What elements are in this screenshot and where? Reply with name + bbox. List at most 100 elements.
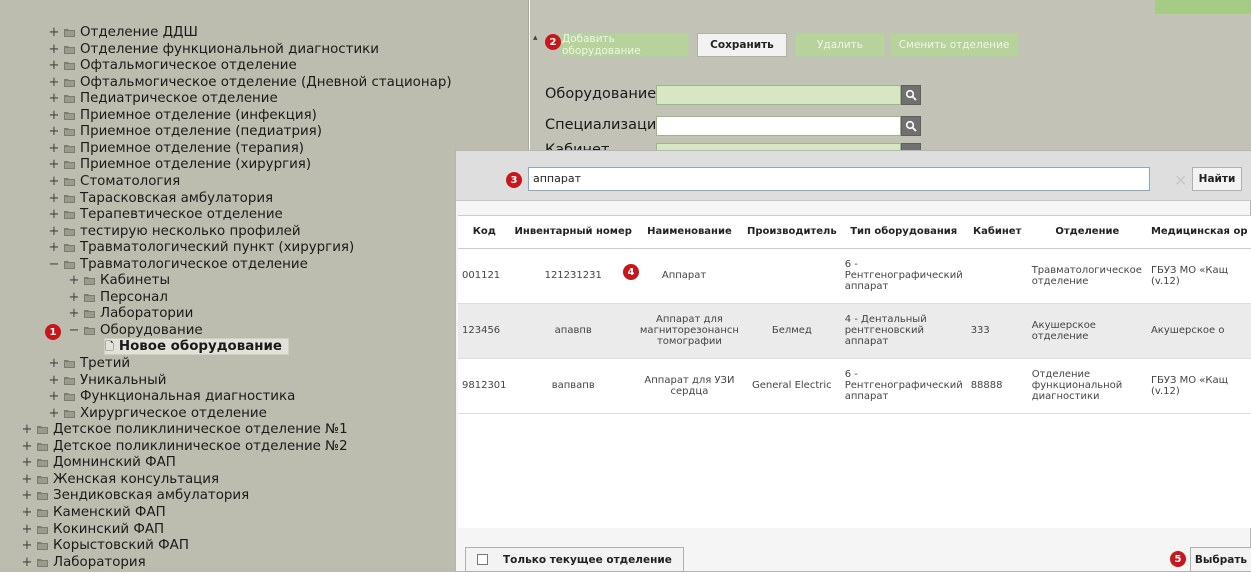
- select-button[interactable]: Выбрать: [1190, 547, 1251, 572]
- collapse-icon[interactable]: −: [68, 322, 80, 339]
- table-row[interactable]: 123456 апавпв Аппарат для магниторезонан…: [458, 303, 1251, 359]
- tree-item[interactable]: + Персонал: [68, 289, 168, 306]
- tree-item[interactable]: + Приемное отделение (хирургия): [48, 156, 312, 173]
- col-header-name[interactable]: Наименование: [635, 216, 743, 249]
- expand-icon[interactable]: +: [21, 521, 33, 538]
- tree-item[interactable]: + Кокинский ФАП: [21, 521, 165, 538]
- tree-item[interactable]: + Офтальмогическое отделение (Дневной ста…: [48, 74, 452, 91]
- specialization-field[interactable]: [656, 116, 901, 136]
- find-button[interactable]: Найти: [1192, 167, 1242, 191]
- change-department-button[interactable]: Сменить отделение: [890, 33, 1018, 57]
- collapse-caret-icon[interactable]: ▴: [533, 33, 538, 43]
- expand-icon[interactable]: +: [68, 305, 80, 322]
- specialization-search-icon[interactable]: [901, 116, 921, 136]
- expand-icon[interactable]: +: [48, 372, 60, 389]
- expand-icon[interactable]: +: [48, 405, 60, 422]
- expand-icon[interactable]: +: [48, 355, 60, 372]
- col-header-maker[interactable]: Производитель: [742, 216, 841, 249]
- tree-item[interactable]: + Тарасковская амбулатория: [48, 190, 274, 207]
- expand-icon[interactable]: +: [21, 471, 33, 488]
- expand-icon[interactable]: +: [48, 173, 60, 190]
- table-row[interactable]: 001121 121231231 Аппарат 6 - Рентгеногра…: [458, 248, 1251, 304]
- only-current-department-toggle[interactable]: Только текущее отделение: [465, 547, 684, 572]
- expand-icon[interactable]: +: [21, 504, 33, 521]
- department-tree: + Отделение ДДШ + Отделение функциональной …: [0, 0, 529, 572]
- save-button[interactable]: Сохранить: [697, 33, 787, 57]
- tree-item[interactable]: + Хирургическое отделение: [48, 405, 267, 422]
- tree-item[interactable]: + Зендиковская амбулатория: [21, 487, 250, 504]
- col-header-org[interactable]: Медицинская ор: [1146, 216, 1251, 249]
- expand-icon[interactable]: +: [48, 90, 60, 107]
- expand-icon[interactable]: +: [21, 487, 33, 504]
- tree-item[interactable]: + Приемное отделение (инфекция): [48, 107, 317, 124]
- expand-icon[interactable]: +: [48, 239, 60, 256]
- expand-icon[interactable]: +: [21, 421, 33, 438]
- top-right-button[interactable]: [1155, 0, 1251, 14]
- expand-icon[interactable]: +: [48, 388, 60, 405]
- expand-icon[interactable]: +: [48, 24, 60, 41]
- dialog-search-input[interactable]: аппарат: [528, 167, 1150, 191]
- tree-item[interactable]: + Терапевтическое отделение: [48, 206, 283, 223]
- expand-icon[interactable]: +: [48, 74, 60, 91]
- equipment-field[interactable]: [656, 85, 901, 105]
- tree-item[interactable]: + Приемное отделение (терапия): [48, 140, 304, 157]
- col-header-cabinet[interactable]: Кабинет: [966, 216, 1028, 249]
- delete-button[interactable]: Удалить: [795, 33, 885, 57]
- expand-icon[interactable]: +: [48, 140, 60, 157]
- tree-item-label: Персонал: [100, 290, 168, 305]
- expand-icon[interactable]: +: [21, 454, 33, 471]
- col-header-type[interactable]: Тип оборудования: [840, 216, 967, 249]
- expand-icon[interactable]: +: [48, 57, 60, 74]
- table-row[interactable]: 9812301 вапвапв Аппарат для УЗИ сердца G…: [458, 358, 1251, 414]
- tree-item[interactable]: + Каменский ФАП: [21, 504, 166, 521]
- expand-icon[interactable]: +: [21, 438, 33, 455]
- tree-item[interactable]: + Отделение ДДШ: [48, 24, 198, 41]
- col-header-inventory[interactable]: Инвентарный номер: [510, 216, 636, 249]
- tree-item[interactable]: + Третий: [48, 355, 131, 372]
- tree-item[interactable]: − Травматологическое отделение: [48, 256, 308, 273]
- tree-item[interactable]: + Функциональная диагностика: [48, 388, 296, 405]
- tree-item[interactable]: + Офтальмогическое отделение: [48, 57, 297, 74]
- tree-item[interactable]: + Уникальный: [48, 372, 167, 389]
- expand-icon[interactable]: +: [48, 41, 60, 58]
- tree-item[interactable]: + Лаборатории: [68, 305, 194, 322]
- expand-icon[interactable]: +: [48, 123, 60, 140]
- step-marker: 4: [623, 264, 639, 280]
- checkbox-icon[interactable]: [477, 554, 488, 565]
- tree-item[interactable]: + Домнинский ФАП: [21, 454, 176, 471]
- clear-search-icon[interactable]: ✕: [1174, 171, 1187, 190]
- expand-icon[interactable]: +: [48, 156, 60, 173]
- expand-icon[interactable]: +: [21, 537, 33, 554]
- tree-item[interactable]: + Лаборатория: [21, 554, 146, 571]
- expand-icon[interactable]: +: [48, 206, 60, 223]
- tree-item[interactable]: − Оборудование: [68, 322, 203, 339]
- tree-item[interactable]: + Детское поликлиническое отделение №1: [21, 421, 348, 438]
- expand-icon[interactable]: +: [48, 107, 60, 124]
- tree-item[interactable]: + Женская консультация: [21, 471, 220, 488]
- expand-icon[interactable]: +: [68, 272, 80, 289]
- expand-icon[interactable]: +: [21, 554, 33, 571]
- tree-item[interactable]: + Приемное отделение (педиатрия): [48, 123, 322, 140]
- col-header-department[interactable]: Отделение: [1027, 216, 1147, 249]
- tree-item[interactable]: 🗋 Новое оборудование: [104, 338, 289, 355]
- tree-item[interactable]: + тестирую несколько профилей: [48, 223, 301, 240]
- step-marker: 3: [506, 172, 522, 188]
- tree-item[interactable]: + Травматологический пункт (хирургия): [48, 239, 355, 256]
- tree-item[interactable]: + Кабинеты: [68, 272, 171, 289]
- tree-item[interactable]: + Педиатрическое отделение: [48, 90, 278, 107]
- folder-icon: [64, 160, 75, 169]
- cell-maker: [742, 248, 841, 304]
- folder-icon: [64, 78, 75, 87]
- expand-icon[interactable]: +: [68, 289, 80, 306]
- tree-item[interactable]: + Корыстовский ФАП: [21, 537, 189, 554]
- collapse-icon[interactable]: −: [48, 256, 60, 273]
- expand-icon[interactable]: +: [48, 190, 60, 207]
- add-equipment-button[interactable]: Добавить оборудование: [561, 33, 689, 57]
- equipment-search-icon[interactable]: [901, 85, 921, 105]
- tree-item[interactable]: + Отделение функциональной диагностики: [48, 41, 379, 58]
- expand-icon[interactable]: +: [48, 223, 60, 240]
- find-label: Найти: [1198, 173, 1236, 185]
- col-header-code[interactable]: Код: [458, 216, 511, 249]
- tree-item[interactable]: + Стоматология: [48, 173, 181, 190]
- tree-item[interactable]: + Детское поликлиническое отделение №2: [21, 438, 348, 455]
